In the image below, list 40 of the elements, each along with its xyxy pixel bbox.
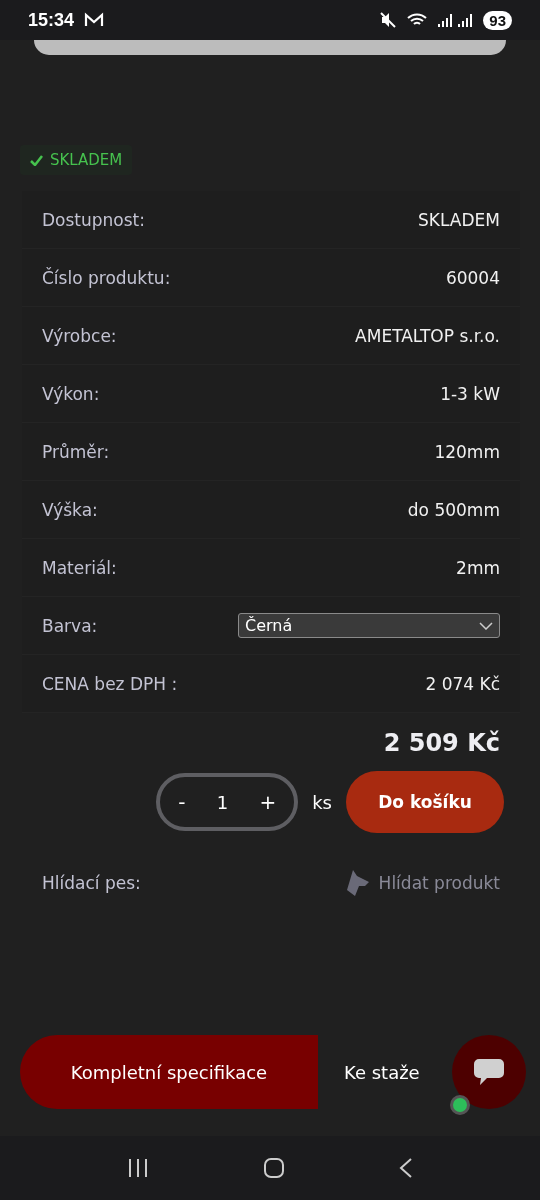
watchdog-label: Hlídací pes: (42, 873, 141, 893)
section-tab[interactable]: Ke staže (318, 1035, 420, 1109)
signal-icon (437, 12, 474, 28)
quantity-value[interactable]: 1 (216, 791, 229, 813)
mail-icon (84, 12, 105, 28)
spec-label: Výška: (42, 499, 98, 520)
speech-bubble-icon (473, 1057, 505, 1087)
spec-label: Výrobce: (42, 325, 117, 346)
home-icon[interactable] (263, 1157, 285, 1179)
decrease-button[interactable]: - (174, 790, 190, 814)
spec-value: AMETALTOP s.r.o. (355, 325, 500, 346)
color-select[interactable]: Černá (238, 613, 500, 638)
spec-value: SKLADEM (418, 209, 500, 230)
stock-label: SKLADEM (50, 151, 123, 169)
spec-value: do 500mm (407, 499, 500, 520)
status-time: 15:34 (28, 9, 75, 31)
recent-apps-icon[interactable] (127, 1158, 149, 1178)
spec-value: 120mm (434, 441, 500, 462)
spec-value: 60004 (445, 267, 500, 288)
chevron-down-icon (479, 621, 493, 630)
section-tab[interactable]: Kompletní specifikace (20, 1035, 318, 1109)
spec-label: Barva: (42, 615, 98, 636)
spec-value: 1-3 kW (440, 383, 500, 404)
increase-button[interactable]: + (255, 790, 281, 814)
spec-value: 2 074 Kč (425, 673, 500, 694)
price: 2 509 Kč (383, 729, 500, 757)
unit-label: ks (312, 791, 332, 813)
battery-level: 93 (483, 10, 512, 30)
spec-label: Dostupnost: (42, 209, 145, 230)
spec-label: Číslo produktu: (42, 267, 171, 288)
watch-product-link[interactable]: Hlídat produkt (340, 868, 500, 898)
back-icon[interactable] (399, 1157, 413, 1179)
add-to-cart-button[interactable]: Do košíku (346, 771, 504, 833)
spec-label: Materiál: (42, 557, 117, 578)
spec-label: CENA bez DPH : (42, 673, 178, 694)
mute-icon (379, 11, 398, 29)
spec-label: Průměr: (42, 441, 110, 462)
spec-label: Výkon: (42, 383, 100, 404)
check-icon (30, 154, 43, 166)
spec-value: 2mm (456, 557, 500, 578)
